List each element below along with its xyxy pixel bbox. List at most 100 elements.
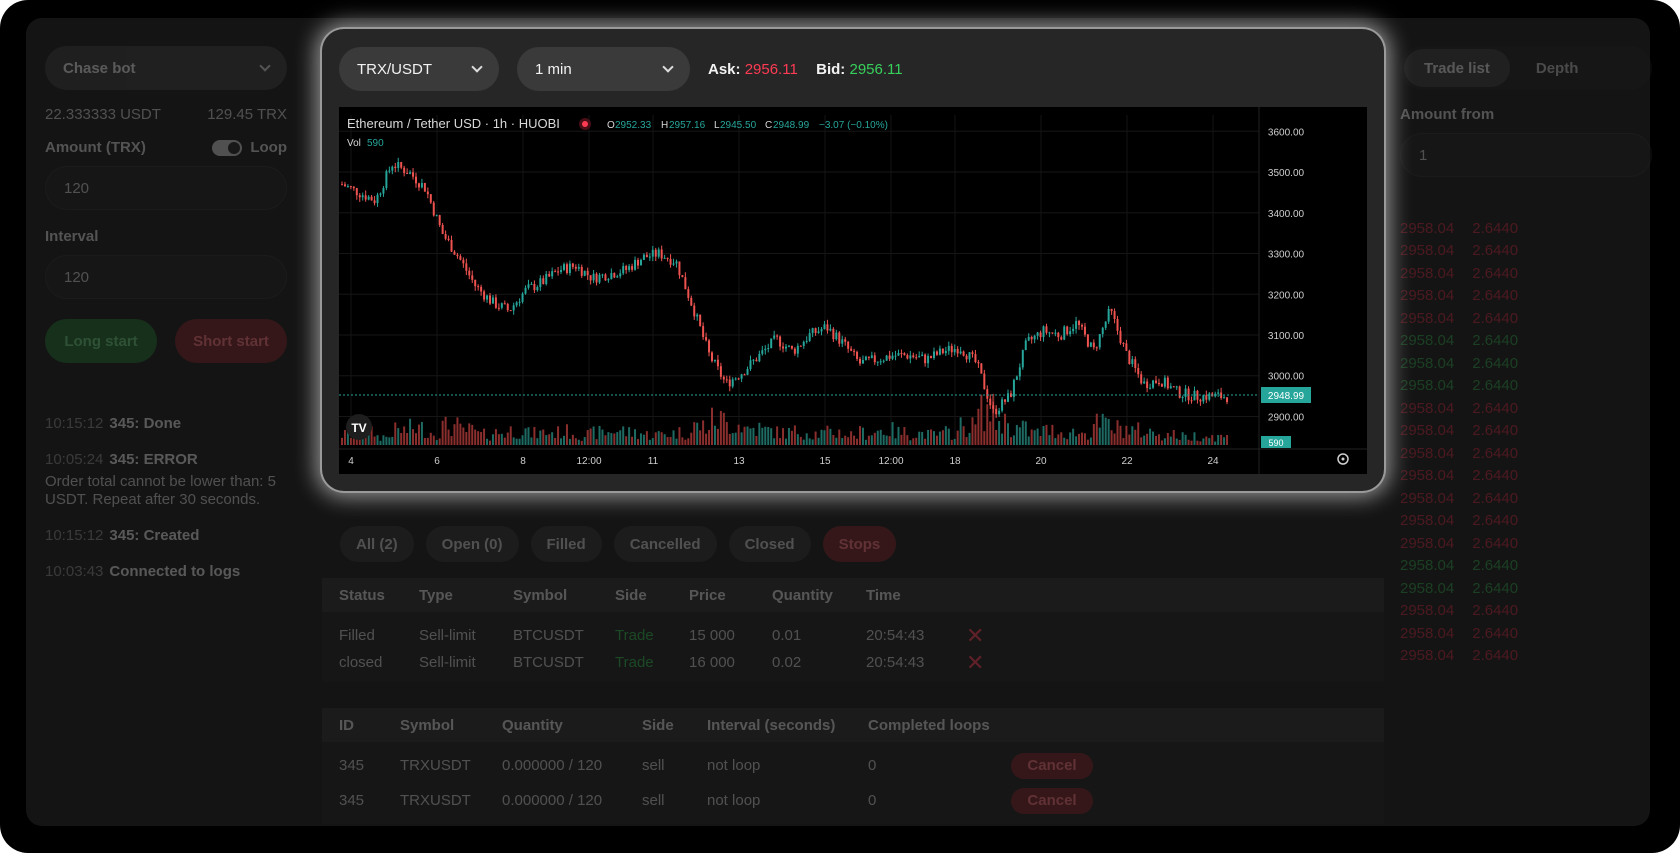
volume-bar [518, 438, 521, 445]
bot-select[interactable]: Chase bot [45, 46, 287, 90]
candle [708, 340, 711, 353]
candle [349, 186, 352, 188]
tab-cancelled[interactable]: Cancelled [613, 526, 717, 562]
candle [435, 215, 438, 217]
candle [651, 249, 654, 257]
candle [382, 188, 385, 194]
candle [1107, 308, 1110, 322]
col-type: Type [419, 586, 453, 604]
candle [805, 340, 808, 342]
tab-trade-list[interactable]: Trade list [1404, 49, 1510, 87]
candle [722, 376, 725, 380]
chevron-down-icon [471, 61, 483, 73]
volume-bar [1007, 423, 1009, 445]
volume-bar [477, 431, 480, 445]
volume-bar [1125, 425, 1128, 445]
candle [841, 339, 844, 344]
tab-depth[interactable]: Depth [1516, 49, 1599, 87]
candle [565, 264, 568, 274]
short-start-button[interactable]: Short start [175, 319, 287, 363]
y-tick-label: 3500.00 [1268, 168, 1305, 179]
price-chart[interactable]: 3600.00 3500.00 3400.00 3300.00 3200.00 3100.… [339, 107, 1367, 474]
volume-bar [1184, 434, 1187, 445]
candle [1172, 386, 1175, 388]
volume-bar [767, 426, 770, 445]
table-row: Filled Sell-limit BTCUSDT Trade 15 000 0… [322, 622, 1384, 649]
orderbook-amount: 2.6440 [1472, 377, 1519, 395]
candle [438, 215, 441, 225]
volume-bar [379, 440, 382, 445]
close-icon[interactable]: ✕ [949, 624, 984, 646]
candle [959, 351, 962, 354]
cell-side: sell [642, 757, 665, 774]
settings-gear-icon[interactable] [1337, 453, 1349, 465]
candle [1146, 381, 1149, 388]
volume-bar [1045, 424, 1048, 445]
pair-select-value: TRX/USDT [357, 60, 432, 78]
candle [912, 355, 915, 358]
candle [563, 264, 565, 270]
volume-bar [1175, 438, 1178, 445]
volume-bar [406, 432, 409, 445]
cancel-button[interactable]: Cancel [1011, 787, 1093, 814]
volume-bar [568, 438, 571, 445]
tab-all[interactable]: All (2) [340, 526, 414, 562]
candle [554, 271, 557, 273]
interval-input[interactable]: 120 [45, 255, 287, 299]
candle [489, 295, 491, 304]
candle [610, 273, 613, 280]
candle [1042, 326, 1045, 338]
cell-type: Sell-limit [419, 654, 476, 671]
volume-bar [1152, 431, 1155, 445]
tab-stops[interactable]: Stops [822, 526, 897, 562]
ohlc-l: 2945.50 [720, 120, 757, 131]
volume-bar [539, 430, 542, 445]
chevron-down-icon [259, 60, 271, 72]
pair-select[interactable]: TRX/USDT [339, 47, 499, 91]
volume-bar [385, 436, 388, 445]
tab-open[interactable]: Open (0) [425, 526, 519, 562]
close-icon[interactable]: ✕ [949, 651, 984, 673]
tab-closed[interactable]: Closed [728, 526, 811, 562]
volume-bar [509, 426, 512, 445]
candle [823, 324, 826, 330]
volume-bar [719, 410, 722, 445]
orderbook-price: 2958.04 [1400, 219, 1455, 237]
toggle-switch-icon[interactable] [212, 139, 243, 156]
amount-input[interactable]: 120 [45, 166, 287, 210]
candle [1104, 321, 1107, 328]
col-price: Price [689, 586, 726, 604]
candle [1134, 359, 1137, 369]
candle [903, 353, 906, 356]
candle [373, 200, 376, 204]
candle [1226, 397, 1229, 403]
candle [796, 345, 799, 354]
tab-filled[interactable]: Filled [530, 526, 602, 562]
cancel-button[interactable]: Cancel [1011, 752, 1093, 779]
volume-bar [598, 425, 601, 445]
log-entry: 10:05:24 345: ERROR Order total cannot be… [45, 451, 287, 509]
amount-from-input[interactable]: 1 [1400, 133, 1652, 177]
long-start-button[interactable]: Long start [45, 319, 157, 363]
volume-bar [1169, 436, 1172, 445]
volume-bar [607, 432, 610, 445]
volume-bar [403, 426, 406, 445]
candle [832, 328, 835, 340]
volume-bar [1057, 434, 1060, 445]
candle [592, 273, 595, 281]
candle [989, 398, 992, 406]
candle [752, 359, 755, 361]
interval-select[interactable]: 1 min [517, 47, 690, 91]
candle [770, 338, 773, 348]
loop-toggle[interactable]: Loop [212, 139, 287, 156]
volume-bar [637, 439, 639, 445]
candle [861, 360, 864, 364]
candle [637, 259, 639, 266]
candle [1027, 336, 1030, 341]
x-tick-label: 12:00 [576, 456, 601, 467]
orderbook-price: 2958.04 [1400, 422, 1455, 440]
volume-bar [536, 438, 539, 445]
candle [1208, 393, 1211, 400]
volume-bar [705, 433, 708, 445]
candle [518, 301, 521, 303]
